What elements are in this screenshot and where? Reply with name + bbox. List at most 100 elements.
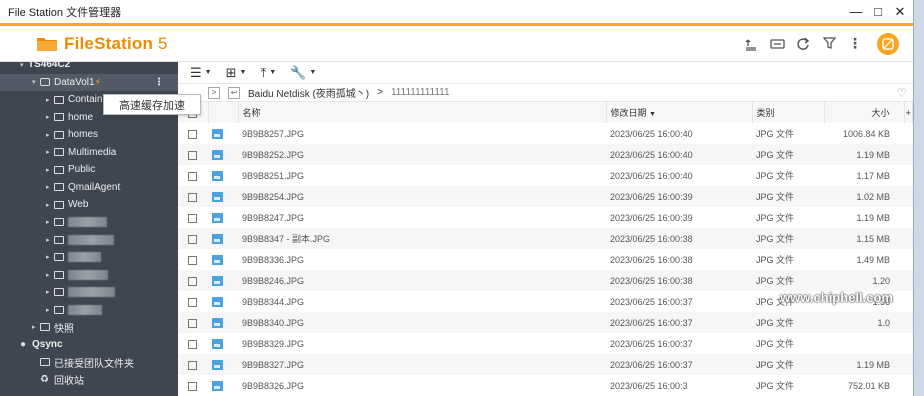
file-name[interactable]: 9B9B8254.JPG <box>238 186 606 207</box>
sidebar-folder-item[interactable]: ▸ Public <box>0 161 178 179</box>
row-checkbox-cell[interactable] <box>178 333 208 354</box>
checkbox[interactable] <box>188 213 197 223</box>
checkbox[interactable] <box>188 276 197 286</box>
close-button[interactable]: ✕ <box>893 5 907 19</box>
sidebar-nas-node[interactable]: ▾ TS464C2 <box>0 62 178 74</box>
expand-arrow-icon[interactable]: ▸ <box>32 323 40 331</box>
table-row[interactable]: 9B9B8247.JPG 2023/06/25 16:00:39 JPG 文件 1.1… <box>178 207 913 228</box>
table-row[interactable]: 9B9B8251.JPG 2023/06/25 16:00:40 JPG 文件 1.1… <box>178 165 913 186</box>
row-checkbox-cell[interactable] <box>178 291 208 312</box>
table-row[interactable]: 9B9B8257.JPG 2023/06/25 16:00:40 JPG 文件 100… <box>178 123 913 144</box>
expand-arrow-icon[interactable]: ▸ <box>46 288 54 296</box>
row-checkbox-cell[interactable] <box>178 186 208 207</box>
table-row[interactable]: 9B9B8254.JPG 2023/06/25 16:00:39 JPG 文件 1.0… <box>178 186 913 207</box>
row-checkbox-cell[interactable] <box>178 144 208 165</box>
file-name[interactable]: 9B9B8257.JPG <box>238 123 606 144</box>
path-current[interactable]: 111111111111 <box>391 87 450 98</box>
upload-button[interactable]: ⤒ ▼ <box>260 65 276 81</box>
user-avatar[interactable] <box>877 32 899 55</box>
file-name[interactable]: 9B9B8327.JPG <box>238 354 606 375</box>
checkbox[interactable] <box>188 192 197 202</box>
sidebar-folder-item[interactable]: ▸ QmailAgent <box>0 179 178 197</box>
type-column-header[interactable]: 类别 <box>752 102 825 123</box>
sidebar-recycle-bin[interactable]: ♻ 回收站 <box>0 371 178 389</box>
expand-arrow-icon[interactable]: ▸ <box>46 131 54 139</box>
sidebar-folder-item[interactable]: ▸ <box>0 231 178 249</box>
expand-arrow-icon[interactable]: ▸ <box>46 236 54 244</box>
name-column-header[interactable]: 名称 <box>238 102 607 123</box>
remote-mount-icon[interactable] <box>769 36 785 52</box>
file-name[interactable]: 9B9B8329.JPG <box>238 333 606 354</box>
row-checkbox-cell[interactable] <box>178 228 208 249</box>
expand-arrow-icon[interactable]: ▸ <box>46 306 54 314</box>
sidebar-folder-item[interactable]: ▸ Web <box>0 196 178 214</box>
sidebar-folder-item[interactable]: ▸ Multimedia <box>0 144 178 162</box>
row-checkbox-cell[interactable] <box>178 207 208 228</box>
date-column-header[interactable]: 修改日期 ▼ <box>606 102 753 123</box>
file-name[interactable]: 9B9B8252.JPG <box>238 144 606 165</box>
path-root[interactable]: Baidu Netdisk (夜雨孤城丶) <box>248 85 369 100</box>
row-checkbox-cell[interactable] <box>178 270 208 291</box>
table-row[interactable]: 9B9B8336.JPG 2023/06/25 16:00:38 JPG 文件 1.4… <box>178 249 913 270</box>
expand-arrow-icon[interactable]: ▸ <box>46 271 54 279</box>
row-checkbox-cell[interactable] <box>178 354 208 375</box>
expand-arrow-icon[interactable]: ▸ <box>46 148 54 156</box>
sidebar-snapshot[interactable]: ▸ 快照 <box>0 319 178 337</box>
sidebar-qsync[interactable]: ● Qsync <box>0 336 178 354</box>
sidebar-folder-item[interactable]: ▸ <box>0 301 178 319</box>
expand-arrow-icon[interactable]: ▸ <box>46 96 54 104</box>
favorite-icon[interactable]: ♡ <box>896 86 907 100</box>
more-options-icon[interactable]: ⋮ <box>847 35 863 52</box>
table-row[interactable]: 9B9B8246.JPG 2023/06/25 16:00:38 JPG 文件 1.2… <box>178 270 913 291</box>
row-checkbox-cell[interactable] <box>178 165 208 186</box>
checkbox[interactable] <box>188 318 197 328</box>
view-mode-button[interactable]: ☰ ▼ <box>190 65 212 81</box>
tools-button[interactable]: 🔧 ▼ <box>290 65 316 81</box>
filter-icon[interactable] <box>821 36 837 52</box>
sidebar-folder-item[interactable]: ▸ homes <box>0 126 178 144</box>
file-name[interactable]: 9B9B8247.JPG <box>238 207 606 228</box>
sidebar-volume[interactable]: ▾ DataVol1 ⚡ ⋮ <box>0 73 178 91</box>
forward-icon[interactable]: > <box>208 86 220 99</box>
size-column-header[interactable]: 大小 <box>824 102 905 123</box>
sidebar-folder-item[interactable]: ▸ <box>0 284 178 302</box>
table-row[interactable]: 9B9B8340.JPG 2023/06/25 16:00:37 JPG 文件 1.0 <box>178 312 913 333</box>
collapse-arrow-icon[interactable]: ▾ <box>20 62 28 69</box>
expand-arrow-icon[interactable]: ▸ <box>46 183 54 191</box>
table-row[interactable]: 9B9B8327.JPG 2023/06/25 16:00:37 JPG 文件 1.1… <box>178 354 913 375</box>
collapse-arrow-icon[interactable]: ▾ <box>32 78 40 86</box>
row-checkbox-cell[interactable] <box>178 375 208 396</box>
create-folder-button[interactable]: ⊞ ▼ <box>226 65 247 81</box>
sidebar-folder-item[interactable]: ▸ <box>0 266 178 284</box>
checkbox[interactable] <box>188 255 197 265</box>
expand-arrow-icon[interactable]: ▸ <box>46 113 54 121</box>
checkbox[interactable] <box>188 360 197 370</box>
checkbox[interactable] <box>188 171 197 181</box>
expand-arrow-icon[interactable]: ▸ <box>46 201 54 209</box>
table-row[interactable]: 9B9B8329.JPG 2023/06/25 16:00:37 JPG 文件 <box>178 333 913 354</box>
column-add-icon[interactable]: + <box>904 102 913 123</box>
file-name[interactable]: 9B9B8246.JPG <box>238 270 606 291</box>
table-row[interactable]: 9B9B8347 - 副本.JPG 2023/06/25 16:00:38 JPG … <box>178 228 913 249</box>
file-name[interactable]: 9B9B8251.JPG <box>238 165 606 186</box>
file-name[interactable]: 9B9B8340.JPG <box>238 312 606 333</box>
row-checkbox-cell[interactable] <box>178 312 208 333</box>
file-name[interactable]: 9B9B8344.JPG <box>238 291 606 312</box>
sidebar-folder-item[interactable]: ▸ <box>0 249 178 267</box>
checkbox[interactable] <box>188 339 197 349</box>
expand-arrow-icon[interactable]: ▸ <box>46 218 54 226</box>
checkbox[interactable] <box>188 129 197 139</box>
file-name[interactable]: 9B9B8347 - 副本.JPG <box>238 228 606 249</box>
sidebar-folder-item[interactable]: ▸ <box>0 214 178 232</box>
table-row[interactable]: 9B9B8252.JPG 2023/06/25 16:00:40 JPG 文件 1.1… <box>178 144 913 165</box>
minimize-button[interactable]: — <box>849 5 863 19</box>
file-name[interactable]: 9B9B8336.JPG <box>238 249 606 270</box>
row-checkbox-cell[interactable] <box>178 249 208 270</box>
row-checkbox-cell[interactable] <box>178 123 208 144</box>
file-name[interactable]: 9B9B8326.JPG <box>238 375 606 396</box>
table-row[interactable]: 9B9B8326.JPG 2023/06/25 16:00:3 JPG 文件 752.… <box>178 375 913 396</box>
checkbox[interactable] <box>188 150 197 160</box>
sidebar-shared-team[interactable]: 已接受团队文件夹 <box>0 354 178 372</box>
expand-arrow-icon[interactable]: ▸ <box>46 253 54 261</box>
expand-arrow-icon[interactable]: ▸ <box>46 166 54 174</box>
